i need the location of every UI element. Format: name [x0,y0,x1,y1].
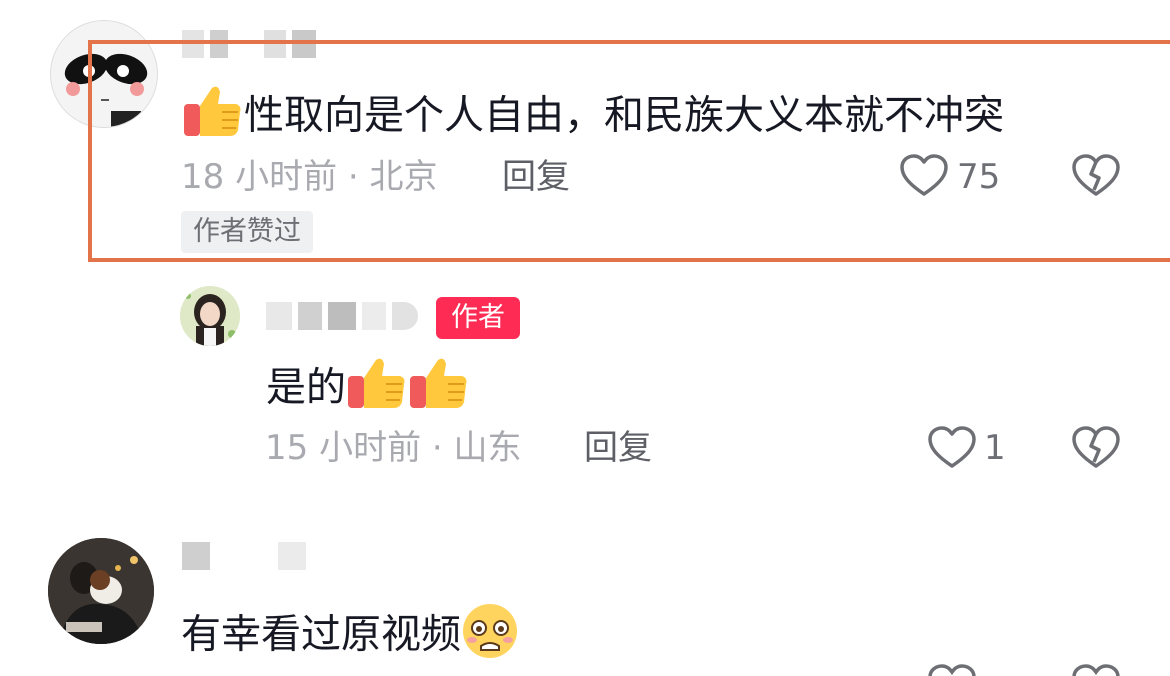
thumbs-up-emoji [408,356,470,423]
author-avatar[interactable] [180,286,240,346]
highlight-box [88,40,1170,262]
broken-heart-icon[interactable] [1072,664,1120,676]
like-count: 1 [984,428,1006,468]
reply-meta: 15 小时前 · 山东 [265,428,522,468]
broken-heart-icon[interactable] [1072,426,1120,474]
username-redacted[interactable] [182,542,306,570]
comment-text: 有幸看过原视频 [181,602,519,671]
author-username-redacted[interactable] [266,302,418,330]
pleading-face-emoji [461,602,519,671]
thumbs-up-emoji [346,356,408,423]
author-badge: 作者 [436,297,520,339]
heart-outline-icon[interactable] [928,664,976,676]
reply-text: 是的 [266,356,470,423]
avatar[interactable] [48,538,154,644]
heart-outline-icon[interactable] [928,426,976,474]
reply-button[interactable]: 回复 [584,428,652,468]
